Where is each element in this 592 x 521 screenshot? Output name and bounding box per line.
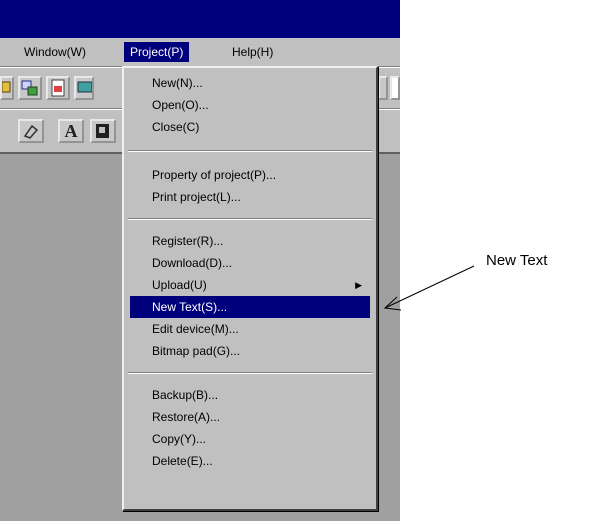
callout-label: New Text	[486, 252, 548, 269]
